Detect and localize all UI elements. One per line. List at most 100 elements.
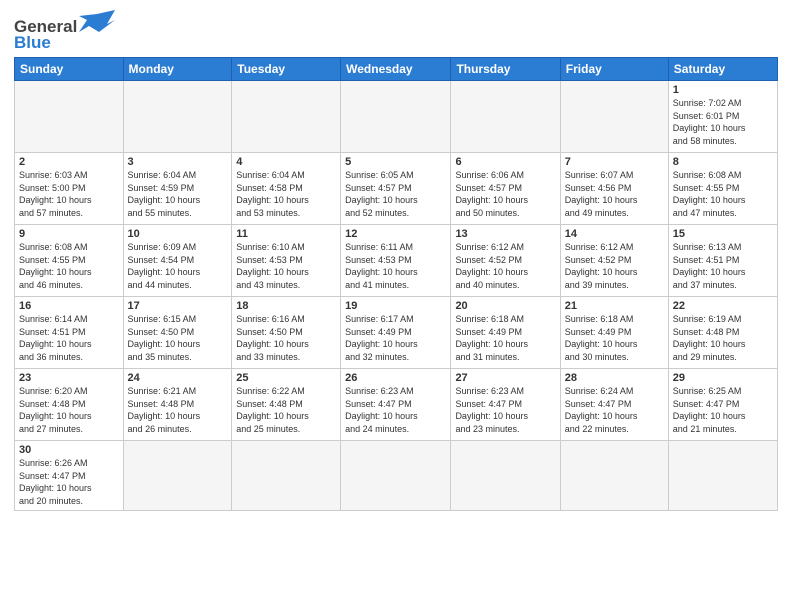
table-row: [451, 81, 560, 153]
table-row: 4Sunrise: 6:04 AM Sunset: 4:58 PM Daylig…: [232, 153, 341, 225]
table-row: 12Sunrise: 6:11 AM Sunset: 4:53 PM Dayli…: [341, 225, 451, 297]
table-row: 25Sunrise: 6:22 AM Sunset: 4:48 PM Dayli…: [232, 369, 341, 441]
day-info: Sunrise: 6:19 AM Sunset: 4:48 PM Dayligh…: [673, 313, 773, 363]
day-info: Sunrise: 6:12 AM Sunset: 4:52 PM Dayligh…: [455, 241, 555, 291]
day-number: 5: [345, 156, 446, 168]
day-number: 28: [565, 372, 664, 384]
day-info: Sunrise: 6:23 AM Sunset: 4:47 PM Dayligh…: [345, 385, 446, 435]
day-info: Sunrise: 6:21 AM Sunset: 4:48 PM Dayligh…: [128, 385, 228, 435]
day-number: 19: [345, 300, 446, 312]
logo-text: General: [14, 18, 77, 35]
day-number: 18: [236, 300, 336, 312]
day-info: Sunrise: 6:10 AM Sunset: 4:53 PM Dayligh…: [236, 241, 336, 291]
table-row: 22Sunrise: 6:19 AM Sunset: 4:48 PM Dayli…: [668, 297, 777, 369]
day-number: 16: [19, 300, 119, 312]
table-row: 11Sunrise: 6:10 AM Sunset: 4:53 PM Dayli…: [232, 225, 341, 297]
page: General Blue Sunday Monday Tuesday Wedne…: [0, 0, 792, 612]
table-row: 2Sunrise: 6:03 AM Sunset: 5:00 PM Daylig…: [15, 153, 124, 225]
day-info: Sunrise: 6:09 AM Sunset: 4:54 PM Dayligh…: [128, 241, 228, 291]
table-row: 10Sunrise: 6:09 AM Sunset: 4:54 PM Dayli…: [123, 225, 232, 297]
day-number: 14: [565, 228, 664, 240]
day-info: Sunrise: 6:04 AM Sunset: 4:58 PM Dayligh…: [236, 169, 336, 219]
day-number: 27: [455, 372, 555, 384]
table-row: [341, 81, 451, 153]
header: General Blue: [14, 10, 778, 51]
day-info: Sunrise: 6:14 AM Sunset: 4:51 PM Dayligh…: [19, 313, 119, 363]
table-row: 26Sunrise: 6:23 AM Sunset: 4:47 PM Dayli…: [341, 369, 451, 441]
day-info: Sunrise: 6:05 AM Sunset: 4:57 PM Dayligh…: [345, 169, 446, 219]
day-number: 21: [565, 300, 664, 312]
day-number: 23: [19, 372, 119, 384]
day-info: Sunrise: 6:20 AM Sunset: 4:48 PM Dayligh…: [19, 385, 119, 435]
day-number: 6: [455, 156, 555, 168]
table-row: 29Sunrise: 6:25 AM Sunset: 4:47 PM Dayli…: [668, 369, 777, 441]
table-row: 14Sunrise: 6:12 AM Sunset: 4:52 PM Dayli…: [560, 225, 668, 297]
day-info: Sunrise: 6:08 AM Sunset: 4:55 PM Dayligh…: [673, 169, 773, 219]
day-info: Sunrise: 6:11 AM Sunset: 4:53 PM Dayligh…: [345, 241, 446, 291]
day-number: 22: [673, 300, 773, 312]
day-number: 17: [128, 300, 228, 312]
table-row: 20Sunrise: 6:18 AM Sunset: 4:49 PM Dayli…: [451, 297, 560, 369]
day-number: 7: [565, 156, 664, 168]
col-monday: Monday: [123, 58, 232, 81]
table-row: [15, 81, 124, 153]
logo: General Blue: [14, 14, 115, 51]
day-info: Sunrise: 6:16 AM Sunset: 4:50 PM Dayligh…: [236, 313, 336, 363]
table-row: 23Sunrise: 6:20 AM Sunset: 4:48 PM Dayli…: [15, 369, 124, 441]
calendar-header-row: Sunday Monday Tuesday Wednesday Thursday…: [15, 58, 778, 81]
day-info: Sunrise: 6:13 AM Sunset: 4:51 PM Dayligh…: [673, 241, 773, 291]
table-row: [232, 81, 341, 153]
table-row: [123, 441, 232, 511]
day-number: 2: [19, 156, 119, 168]
day-info: Sunrise: 6:25 AM Sunset: 4:47 PM Dayligh…: [673, 385, 773, 435]
table-row: 15Sunrise: 6:13 AM Sunset: 4:51 PM Dayli…: [668, 225, 777, 297]
day-info: Sunrise: 6:18 AM Sunset: 4:49 PM Dayligh…: [565, 313, 664, 363]
day-info: Sunrise: 6:22 AM Sunset: 4:48 PM Dayligh…: [236, 385, 336, 435]
day-info: Sunrise: 6:04 AM Sunset: 4:59 PM Dayligh…: [128, 169, 228, 219]
day-info: Sunrise: 7:02 AM Sunset: 6:01 PM Dayligh…: [673, 97, 773, 147]
table-row: 21Sunrise: 6:18 AM Sunset: 4:49 PM Dayli…: [560, 297, 668, 369]
table-row: 17Sunrise: 6:15 AM Sunset: 4:50 PM Dayli…: [123, 297, 232, 369]
table-row: 7Sunrise: 6:07 AM Sunset: 4:56 PM Daylig…: [560, 153, 668, 225]
col-thursday: Thursday: [451, 58, 560, 81]
table-row: 28Sunrise: 6:24 AM Sunset: 4:47 PM Dayli…: [560, 369, 668, 441]
col-sunday: Sunday: [15, 58, 124, 81]
col-tuesday: Tuesday: [232, 58, 341, 81]
day-number: 30: [19, 444, 119, 456]
table-row: [560, 81, 668, 153]
table-row: 6Sunrise: 6:06 AM Sunset: 4:57 PM Daylig…: [451, 153, 560, 225]
day-info: Sunrise: 6:18 AM Sunset: 4:49 PM Dayligh…: [455, 313, 555, 363]
table-row: [451, 441, 560, 511]
day-number: 20: [455, 300, 555, 312]
day-number: 10: [128, 228, 228, 240]
day-number: 25: [236, 372, 336, 384]
day-info: Sunrise: 6:08 AM Sunset: 4:55 PM Dayligh…: [19, 241, 119, 291]
day-info: Sunrise: 6:12 AM Sunset: 4:52 PM Dayligh…: [565, 241, 664, 291]
table-row: 19Sunrise: 6:17 AM Sunset: 4:49 PM Dayli…: [341, 297, 451, 369]
col-friday: Friday: [560, 58, 668, 81]
table-row: 9Sunrise: 6:08 AM Sunset: 4:55 PM Daylig…: [15, 225, 124, 297]
day-number: 24: [128, 372, 228, 384]
day-number: 13: [455, 228, 555, 240]
table-row: 13Sunrise: 6:12 AM Sunset: 4:52 PM Dayli…: [451, 225, 560, 297]
day-number: 3: [128, 156, 228, 168]
day-number: 26: [345, 372, 446, 384]
day-info: Sunrise: 6:23 AM Sunset: 4:47 PM Dayligh…: [455, 385, 555, 435]
calendar-table: Sunday Monday Tuesday Wednesday Thursday…: [14, 57, 778, 511]
day-info: Sunrise: 6:07 AM Sunset: 4:56 PM Dayligh…: [565, 169, 664, 219]
table-row: 27Sunrise: 6:23 AM Sunset: 4:47 PM Dayli…: [451, 369, 560, 441]
logo-blue-text: Blue: [14, 34, 51, 51]
day-number: 8: [673, 156, 773, 168]
day-number: 29: [673, 372, 773, 384]
table-row: [668, 441, 777, 511]
table-row: [123, 81, 232, 153]
table-row: [232, 441, 341, 511]
logo-bird-icon: [79, 10, 115, 38]
col-wednesday: Wednesday: [341, 58, 451, 81]
table-row: [560, 441, 668, 511]
table-row: 18Sunrise: 6:16 AM Sunset: 4:50 PM Dayli…: [232, 297, 341, 369]
day-info: Sunrise: 6:03 AM Sunset: 5:00 PM Dayligh…: [19, 169, 119, 219]
day-info: Sunrise: 6:06 AM Sunset: 4:57 PM Dayligh…: [455, 169, 555, 219]
day-number: 1: [673, 84, 773, 96]
table-row: 1Sunrise: 7:02 AM Sunset: 6:01 PM Daylig…: [668, 81, 777, 153]
